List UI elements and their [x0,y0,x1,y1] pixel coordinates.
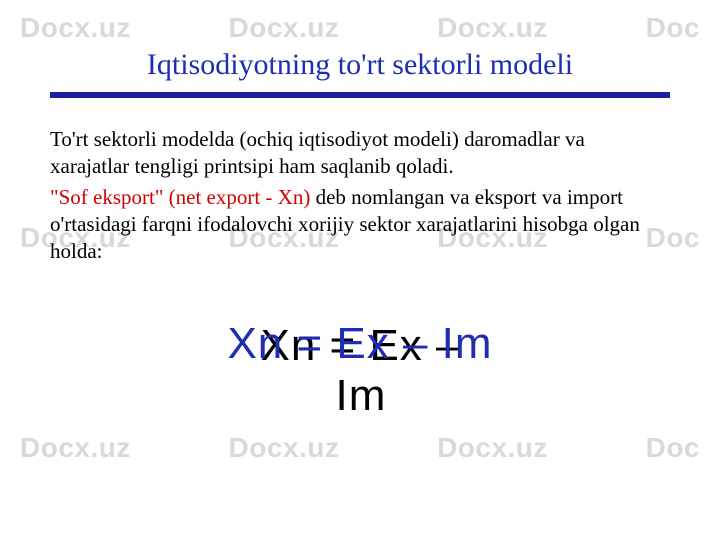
formula-block: Xn = Ex – Im Xn = Ex – Im [50,319,670,369]
term-highlight: "Sof eksport" (net export - Xn) [50,185,310,209]
formula-text: Xn = Ex – Im [227,319,492,368]
slide: Iqtisodiyotning to'rt sektorli modeli To… [0,0,720,540]
slide-title: Iqtisodiyotning to'rt sektorli modeli [50,48,670,82]
paragraph-2: "Sof eksport" (net export - Xn) deb noml… [50,184,640,265]
formula: Xn = Ex – Im Xn = Ex – Im [227,319,492,369]
title-underline [50,92,670,98]
paragraph-1: To'rt sektorli modelda (ochiq iqtisodiyo… [50,126,640,180]
body-text: To'rt sektorli modelda (ochiq iqtisodiyo… [50,126,670,264]
